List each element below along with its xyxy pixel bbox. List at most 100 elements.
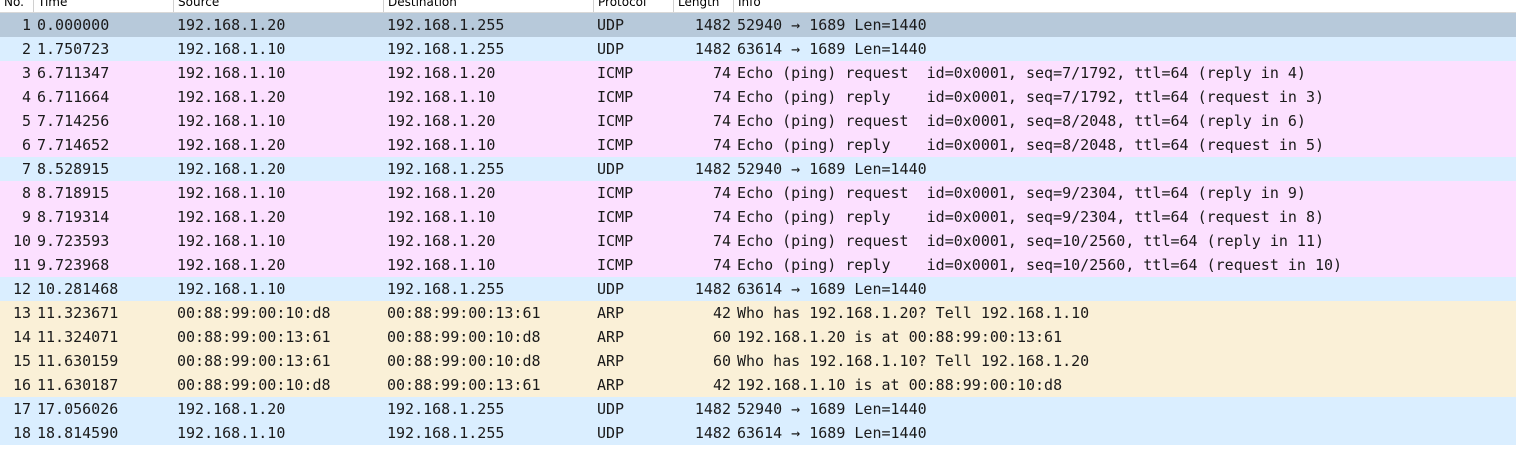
packet-destination: 192.168.1.255 [387, 40, 505, 58]
packet-destination: 00:88:99:00:10:d8 [387, 352, 541, 370]
table-row[interactable]: 17 17.056026 192.168.1.20 192.168.1.255 UDP 1… [0, 397, 1516, 421]
packet-length: 74 [712, 64, 731, 82]
packet-time: 1.750723 [37, 40, 110, 58]
packet-length: 74 [712, 232, 731, 250]
packet-time: 11.630159 [37, 352, 119, 370]
packet-source: 00:88:99:00:13:61 [177, 328, 331, 346]
packet-protocol: ARP [597, 376, 625, 394]
packet-time: 6.711664 [37, 88, 110, 106]
packet-destination: 00:88:99:00:13:61 [387, 304, 541, 322]
packet-source: 192.168.1.20 [177, 136, 286, 154]
packet-protocol: ICMP [597, 64, 634, 82]
packet-time: 18.814590 [37, 424, 119, 442]
packet-time: 11.324071 [37, 328, 119, 346]
packet-info: Echo (ping) request id=0x0001, seq=7/179… [737, 64, 1306, 82]
packet-source: 192.168.1.20 [177, 160, 286, 178]
packet-number: 8 [21, 184, 31, 202]
table-row[interactable]: 2 1.750723 192.168.1.10 192.168.1.255 UDP 148… [0, 37, 1516, 61]
packet-time: 11.630187 [37, 376, 119, 394]
table-row[interactable]: 3 6.711347 192.168.1.10 192.168.1.20 ICMP 74 E… [0, 61, 1516, 85]
packet-time: 0.000000 [37, 16, 110, 34]
packet-info: 52940 → 1689 Len=1440 [737, 16, 927, 34]
packet-destination: 192.168.1.20 [387, 232, 496, 250]
table-row[interactable]: 1 0.000000 192.168.1.20 192.168.1.255 UDP 148… [0, 13, 1516, 37]
packet-source: 192.168.1.10 [177, 424, 286, 442]
table-row[interactable]: 10 9.723593 192.168.1.10 192.168.1.20 ICMP 74… [0, 229, 1516, 253]
packet-source: 00:88:99:00:10:d8 [177, 376, 331, 394]
packet-length: 74 [712, 256, 731, 274]
packet-number: 5 [21, 112, 31, 130]
packet-info: Who has 192.168.1.20? Tell 192.168.1.10 [737, 304, 1090, 322]
packet-number: 15 [12, 352, 31, 370]
packet-protocol: UDP [597, 160, 625, 178]
table-row[interactable]: 13 11.323671 00:88:99:00:10:d8 00:88:99:00:… [0, 301, 1516, 325]
packet-protocol: ARP [597, 328, 625, 346]
packet-number: 9 [21, 208, 31, 226]
packet-info: Echo (ping) request id=0x0001, seq=9/230… [737, 184, 1306, 202]
packet-protocol: UDP [597, 40, 625, 58]
packet-protocol: ICMP [597, 256, 634, 274]
packet-number: 10 [12, 232, 31, 250]
column-header-info[interactable]: Info [733, 0, 1516, 12]
packet-length: 1482 [694, 280, 731, 298]
column-header-protocol[interactable]: Protocol [593, 0, 673, 12]
packet-protocol: ICMP [597, 208, 634, 226]
packet-destination: 192.168.1.10 [387, 136, 496, 154]
packet-length: 1482 [694, 40, 731, 58]
packet-destination: 00:88:99:00:10:d8 [387, 328, 541, 346]
column-header-destination[interactable]: Destination [383, 0, 593, 12]
packet-destination: 192.168.1.10 [387, 208, 496, 226]
packet-destination: 192.168.1.10 [387, 256, 496, 274]
packet-source: 192.168.1.20 [177, 208, 286, 226]
packet-time: 9.723593 [37, 232, 110, 250]
column-header-source[interactable]: Source [173, 0, 383, 12]
packet-number: 7 [21, 160, 31, 178]
packet-number: 14 [12, 328, 31, 346]
packet-info: 63614 → 1689 Len=1440 [737, 40, 927, 58]
table-row[interactable]: 8 8.718915 192.168.1.10 192.168.1.20 ICMP 74 E… [0, 181, 1516, 205]
packet-length: 1482 [694, 16, 731, 34]
packet-length: 74 [712, 112, 731, 130]
packet-time: 6.711347 [37, 64, 110, 82]
packet-length: 74 [712, 184, 731, 202]
column-header-time[interactable]: Time [33, 0, 173, 12]
packet-info: Echo (ping) request id=0x0001, seq=8/204… [737, 112, 1306, 130]
packet-source: 192.168.1.20 [177, 400, 286, 418]
packet-rows: 1 0.000000 192.168.1.20 192.168.1.255 UDP 148… [0, 13, 1516, 445]
packet-source: 192.168.1.20 [177, 16, 286, 34]
table-row[interactable]: 18 18.814590 192.168.1.10 192.168.1.255 UDP 1… [0, 421, 1516, 445]
packet-number: 1 [21, 16, 31, 34]
table-row[interactable]: 5 7.714256 192.168.1.10 192.168.1.20 ICMP 74 E… [0, 109, 1516, 133]
packet-number: 3 [21, 64, 31, 82]
packet-destination: 192.168.1.255 [387, 424, 505, 442]
packet-time: 10.281468 [37, 280, 119, 298]
column-header-length[interactable]: Length [673, 0, 733, 12]
packet-destination: 192.168.1.20 [387, 112, 496, 130]
packet-time: 8.718915 [37, 184, 110, 202]
packet-protocol: ARP [597, 352, 625, 370]
packet-source: 192.168.1.10 [177, 232, 286, 250]
column-header-no[interactable]: No. [0, 0, 33, 12]
packet-length: 1482 [694, 424, 731, 442]
packet-info: Echo (ping) reply id=0x0001, seq=10/2560… [737, 256, 1343, 274]
packet-time: 7.714256 [37, 112, 110, 130]
packet-destination: 00:88:99:00:13:61 [387, 376, 541, 394]
table-row[interactable]: 14 11.324071 00:88:99:00:13:61 00:88:99:00:… [0, 325, 1516, 349]
table-row[interactable]: 16 11.630187 00:88:99:00:10:d8 00:88:99:00:… [0, 373, 1516, 397]
packet-time: 9.723968 [37, 256, 110, 274]
table-row[interactable]: 6 7.714652 192.168.1.20 192.168.1.10 ICMP 74 E… [0, 133, 1516, 157]
packet-info: Echo (ping) reply id=0x0001, seq=7/1792,… [737, 88, 1324, 106]
packet-info: Who has 192.168.1.10? Tell 192.168.1.20 [737, 352, 1090, 370]
packet-list-header: No. Time Source Destination Protocol Len… [0, 0, 1516, 13]
packet-length: 1482 [694, 160, 731, 178]
table-row[interactable]: 15 11.630159 00:88:99:00:13:61 00:88:99:00:… [0, 349, 1516, 373]
packet-time: 7.714652 [37, 136, 110, 154]
table-row[interactable]: 11 9.723968 192.168.1.20 192.168.1.10 ICMP 74… [0, 253, 1516, 277]
table-row[interactable]: 7 8.528915 192.168.1.20 192.168.1.255 UDP 148… [0, 157, 1516, 181]
table-row[interactable]: 9 8.719314 192.168.1.20 192.168.1.10 ICMP 74 E… [0, 205, 1516, 229]
packet-list: No. Time Source Destination Protocol Len… [0, 0, 1516, 445]
packet-destination: 192.168.1.10 [387, 88, 496, 106]
packet-info: 63614 → 1689 Len=1440 [737, 280, 927, 298]
table-row[interactable]: 4 6.711664 192.168.1.20 192.168.1.10 ICMP 74 E… [0, 85, 1516, 109]
table-row[interactable]: 12 10.281468 192.168.1.10 192.168.1.255 UDP 1… [0, 277, 1516, 301]
